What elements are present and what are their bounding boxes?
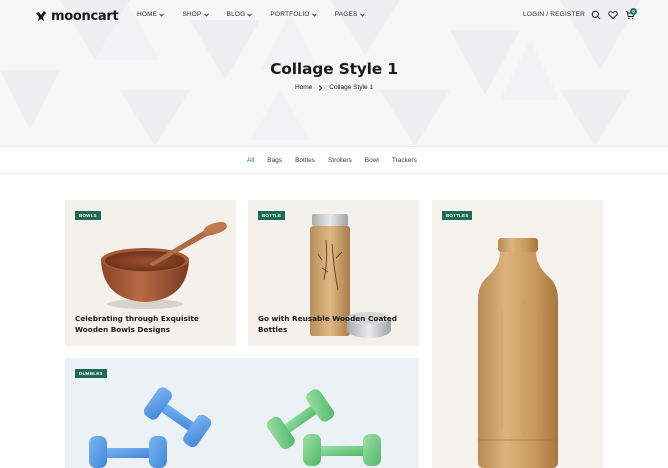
collage-card-bottles[interactable]: BOTTLES [432,200,603,468]
breadcrumb: Home Collage Style 1 [0,84,668,91]
filter-strollers[interactable]: Strollers [328,157,352,164]
nav-item-label: PAGES [334,11,358,18]
filter-bowl[interactable]: Bowl [365,157,379,164]
card-title[interactable]: Go with Reusable Wooden Coated Bottles [258,313,408,335]
breadcrumb-home-link[interactable]: Home [295,84,312,91]
logo-text: mooncart [51,8,119,24]
filter-bags[interactable]: Bags [267,157,282,164]
filter-trackers[interactable]: Trackers [392,157,417,164]
wooden-bottle-image [478,238,558,468]
search-icon[interactable] [591,10,601,20]
category-badge[interactable]: BOTTLE [258,211,286,220]
category-badge[interactable]: BOWLS [75,211,101,220]
collage-card-bowls[interactable]: BOWLS Celebrating through Exquisite Wood… [65,200,236,346]
nav-item-label: HOME [137,11,158,18]
heart-icon[interactable] [608,10,618,20]
card-title[interactable]: Celebrating through Exquisite Wooden Bow… [75,313,225,335]
chevron-down-icon [159,13,165,17]
breadcrumb-current: Collage Style 1 [329,84,374,91]
chevron-down-icon [247,13,253,17]
category-badge[interactable]: DUMBLES [75,369,107,378]
filter-bottles[interactable]: Bottles [295,157,315,164]
logo-mark-icon [36,11,46,21]
logo[interactable]: mooncart [34,8,119,24]
category-filters: All Bags Bottles Strollers Bowl Trackers [247,157,430,164]
chevron-down-icon [203,13,209,17]
nav-item-home[interactable]: HOME [137,11,165,18]
filter-bar: All Bags Bottles Strollers Bowl Trackers [0,146,668,174]
collage-card-bottle[interactable]: BOTTLE Go with Reusable Wooden Coated Bo… [248,200,419,346]
nav-item-pages[interactable]: PAGES [335,11,365,18]
dumbbells-image [89,387,381,468]
site-header: mooncart HOME SHOP BLOG PORTFOLIO PAGES … [0,0,668,32]
nav-item-label: BLOG [226,11,246,18]
chevron-down-icon [359,13,365,17]
chevron-down-icon [311,13,317,17]
cart-count-badge: 0 [630,8,637,15]
nav-item-portfolio[interactable]: PORTFOLIO [270,11,317,18]
nav-item-label: SHOP [182,11,202,18]
chevron-right-icon [319,84,323,91]
filter-all[interactable]: All [247,157,254,164]
collage-card-dumbles[interactable]: DUMBLES [65,358,419,468]
page-title: Collage Style 1 [270,60,398,78]
nav-item-label: PORTFOLIO [270,11,310,18]
nav-item-shop[interactable]: SHOP [182,11,209,18]
main-nav: HOME SHOP BLOG PORTFOLIO PAGES [137,11,383,18]
nav-item-blog[interactable]: BLOG [227,11,253,18]
login-register-link[interactable]: LOGIN / REGISTER [523,11,585,18]
category-badge[interactable]: BOTTLES [442,211,473,220]
